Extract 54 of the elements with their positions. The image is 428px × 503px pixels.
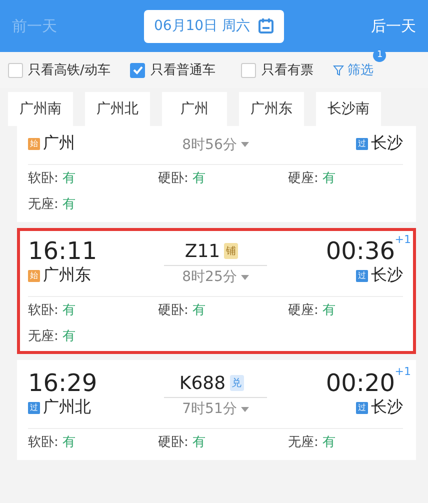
departure-time: 16:11 bbox=[28, 237, 98, 265]
seat-availability: 硬座: 有 bbox=[288, 170, 337, 188]
train-number: K688 bbox=[179, 372, 226, 394]
station-tag: 始 bbox=[28, 138, 40, 150]
arrival-time: 00:36 bbox=[326, 237, 395, 265]
station-tag: 过 bbox=[28, 402, 40, 414]
count-badge: 1 bbox=[373, 49, 386, 62]
station-tag: 过 bbox=[356, 402, 368, 414]
duration[interactable]: 8时56分 bbox=[182, 136, 237, 154]
departure-station: 广州北 bbox=[43, 397, 91, 418]
station-tag: 始 bbox=[28, 270, 40, 282]
station-tag: 过 bbox=[356, 138, 368, 150]
dropdown-icon[interactable] bbox=[240, 142, 249, 147]
seat-availability: 软卧: 有 bbox=[28, 434, 77, 452]
dropdown-icon[interactable] bbox=[240, 406, 249, 412]
seat-availability: 无座: 有 bbox=[28, 196, 77, 214]
seat-availability: 硬卧: 有 bbox=[158, 434, 207, 452]
station-tab[interactable]: 广州 bbox=[162, 92, 227, 126]
calendar-icon bbox=[258, 18, 274, 34]
filter-label[interactable]: 只看普通车 bbox=[150, 61, 216, 79]
train-number: Z11 bbox=[184, 240, 220, 262]
arrival-station: 长沙 bbox=[370, 265, 403, 286]
station-tag: 过 bbox=[356, 270, 368, 282]
dropdown-icon[interactable] bbox=[240, 274, 249, 280]
duration[interactable]: 7时51分 bbox=[182, 400, 237, 418]
train-card[interactable]: 始 广州 8时56分 过 长沙 软卧: 有 硬卧: 有 硬座: 有 无座: 有 bbox=[17, 126, 416, 222]
departure-station: 广州 bbox=[43, 133, 75, 154]
checkbox[interactable] bbox=[241, 62, 256, 78]
duration[interactable]: 8时25分 bbox=[182, 268, 237, 286]
checkbox[interactable] bbox=[8, 62, 23, 78]
seat-availability: 软卧: 有 bbox=[28, 302, 77, 320]
checkbox[interactable] bbox=[130, 62, 146, 78]
day-offset: +1 bbox=[394, 365, 411, 378]
filter-label[interactable]: 只看有票 bbox=[261, 61, 314, 79]
seat-availability: 无座: 有 bbox=[288, 434, 337, 452]
departure-time: 16:29 bbox=[28, 369, 98, 397]
seat-availability: 硬卧: 有 bbox=[158, 302, 207, 320]
filter-label[interactable]: 只看高铁/动车 bbox=[28, 61, 110, 79]
station-tab[interactable]: 广州东 bbox=[239, 92, 304, 126]
station-tab[interactable]: 广州北 bbox=[85, 92, 150, 126]
arrival-station: 长沙 bbox=[370, 397, 403, 418]
seat-availability: 无座: 有 bbox=[28, 328, 77, 346]
arrival-time: 00:20 bbox=[326, 369, 395, 397]
departure-station: 广州东 bbox=[43, 265, 91, 286]
train-tag: 兑 bbox=[230, 375, 244, 391]
seat-availability: 软卧: 有 bbox=[28, 170, 77, 188]
seat-availability: 硬座: 有 bbox=[288, 302, 337, 320]
seat-availability: 硬卧: 有 bbox=[158, 170, 207, 188]
station-tab[interactable]: 广州南 bbox=[8, 92, 73, 126]
arrival-station: 长沙 bbox=[370, 133, 403, 154]
day-offset: +1 bbox=[394, 233, 411, 246]
station-tab[interactable]: 长沙南 bbox=[316, 92, 381, 126]
funnel-icon bbox=[333, 64, 344, 76]
train-tag: 铺 bbox=[224, 243, 238, 259]
